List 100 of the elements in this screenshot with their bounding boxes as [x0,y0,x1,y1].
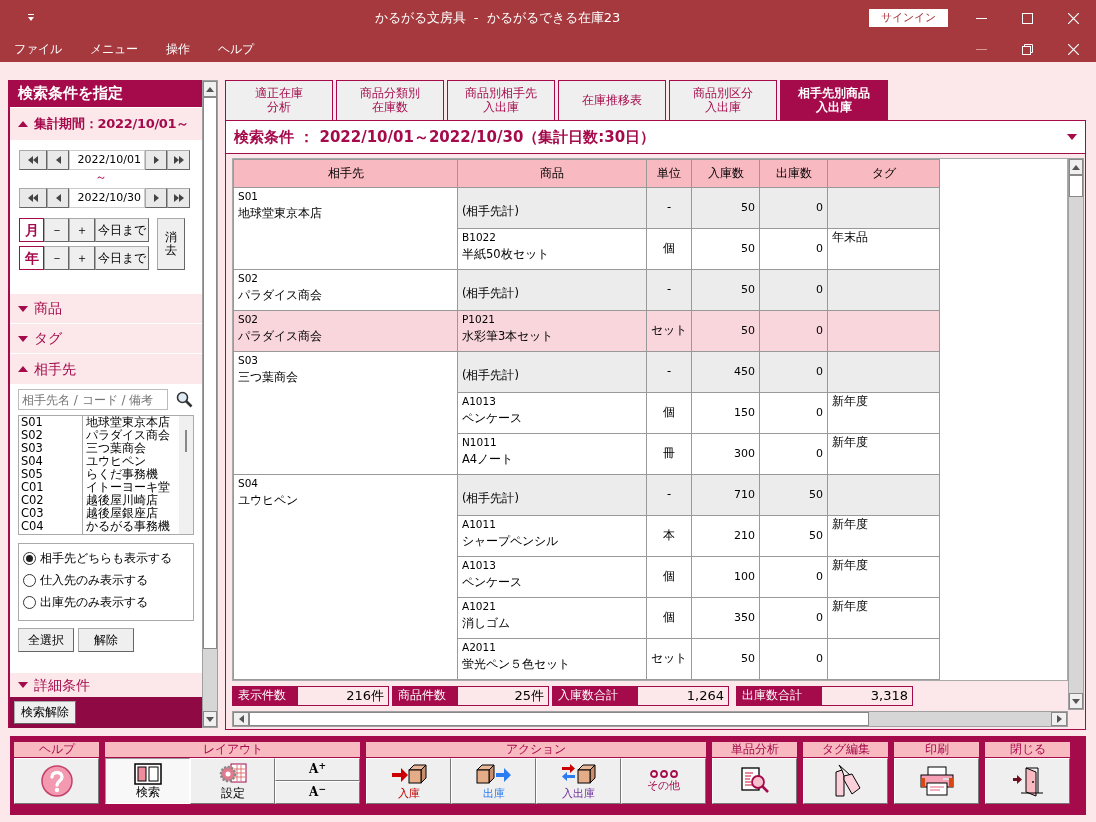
table-cell: S03 三つ葉商会 [233,351,458,475]
next-button[interactable] [145,188,167,208]
partner-name[interactable]: 三つ葉商会 [86,442,179,455]
scrollbar[interactable] [1068,158,1084,710]
radio-label[interactable]: 仕入先のみ表示する [40,572,148,588]
summary-label: 商品件数 [392,686,457,706]
partner-code[interactable]: C01 [21,481,82,494]
column-header[interactable]: 入庫数 [691,159,760,188]
scroll-up-icon[interactable] [206,86,214,92]
stock-in-button[interactable]: 入庫 [366,758,451,804]
partner-code[interactable]: S05 [21,468,82,481]
reset-button[interactable]: 検索解除 [14,701,76,724]
partner-code[interactable]: S01 [21,416,82,429]
today-button[interactable]: 今日まで [95,246,149,270]
last-button[interactable] [167,150,190,170]
partner-code[interactable]: S04 [21,455,82,468]
section-header[interactable]: 集計期間：2022/10/01～ [10,107,202,140]
help-button[interactable] [14,758,99,804]
scrollbar[interactable] [202,80,218,728]
item-analysis-button[interactable] [712,758,797,804]
partner-name[interactable]: パラダイス商会 [86,429,179,442]
deselect-button[interactable]: 解除 [78,628,134,652]
settings-button[interactable]: 設定 [190,758,275,804]
partner-name[interactable]: イトーヨーキ堂 [86,481,179,494]
search-field[interactable]: 相手先名 / コード / 備考 [18,389,168,410]
today-button[interactable]: 今日まで [95,218,149,242]
radio-label[interactable]: 相手先どちらも表示する [40,550,172,566]
stock-out-button[interactable]: 出庫 [451,758,536,804]
print-button[interactable] [894,758,979,804]
tab[interactable]: 商品分類別 在庫数 [336,80,444,120]
minus-button[interactable]: － [44,246,69,270]
stock-in-out-button[interactable]: 入出庫 [536,758,621,804]
tab[interactable]: 商品別区分 入出庫 [669,80,777,120]
scroll-down-icon[interactable] [1072,698,1080,704]
other-button[interactable]: その他 [621,758,706,804]
column-header[interactable]: 商品 [457,159,647,188]
search-icon[interactable] [176,391,193,408]
group-label: レイアウト [105,742,360,757]
prev-button[interactable] [47,188,69,208]
scroll-thumb[interactable] [249,712,869,726]
tag-edit-button[interactable] [803,758,888,804]
partner-code[interactable]: S02 [21,429,82,442]
partner-name[interactable]: 越後屋銀座店 [86,507,179,520]
partner-code[interactable]: C03 [21,507,82,520]
tab[interactable]: 相手先別商品 入出庫 [780,80,888,120]
menu-item[interactable]: ヘルプ [204,41,268,57]
dropdown-icon[interactable] [26,13,36,23]
select-all-button[interactable]: 全選択 [18,628,74,652]
section-header[interactable]: 詳細条件 [10,672,202,697]
clear-button[interactable]: 消去 [157,218,185,270]
scroll-thumb[interactable] [185,430,187,452]
date-field[interactable]: 2022/10/30 [69,188,145,208]
radio-label[interactable]: 出庫先のみ表示する [40,594,148,610]
scrollbar[interactable] [232,711,1068,727]
minus-button[interactable]: － [44,218,69,242]
font-larger-button[interactable]: A$^{+}$ [275,758,360,781]
close-button[interactable] [985,758,1070,804]
partner-name[interactable]: 越後屋川崎店 [86,494,179,507]
next-button[interactable] [145,150,167,170]
menu-item[interactable]: 操作 [152,41,204,57]
menu-item[interactable]: メニュー [76,41,152,57]
font-smaller-button[interactable]: A$^{−}$ [275,781,360,804]
partner-code[interactable]: S03 [21,442,82,455]
partner-name[interactable]: 地球堂東京本店 [86,416,179,429]
scroll-thumb[interactable] [203,97,217,649]
first-button[interactable] [19,188,47,208]
prev-button[interactable] [47,150,69,170]
partner-name[interactable]: ユウヒペン [86,455,179,468]
scroll-right-icon[interactable] [1056,715,1062,723]
partner-code[interactable]: C04 [21,520,82,533]
plus-button[interactable]: ＋ [69,218,95,242]
column-header[interactable]: 相手先 [233,159,458,188]
last-button[interactable] [167,188,190,208]
scrollbar[interactable] [179,416,193,534]
column-header[interactable]: 出庫数 [759,159,828,188]
menu-item[interactable]: ファイル [0,41,76,57]
scroll-thumb[interactable] [1069,175,1083,197]
partner-name[interactable]: らくだ事務機 [86,468,179,481]
partner-code[interactable]: C02 [21,494,82,507]
scroll-down-icon[interactable] [206,716,214,722]
tab[interactable]: 在庫推移表 [558,80,666,120]
column-header[interactable]: タグ [827,159,940,188]
plus-button[interactable]: ＋ [69,246,95,270]
scroll-left-icon[interactable] [238,715,244,723]
first-button[interactable] [19,150,47,170]
tab[interactable]: 商品別相手先 入出庫 [447,80,555,120]
partner-name[interactable]: かるがる事務機 [86,520,179,533]
table-cell: - [646,351,692,393]
section-header[interactable]: タグ [10,323,202,353]
dropdown-icon[interactable] [1067,134,1077,140]
section-header[interactable]: 商品 [10,293,202,323]
tab[interactable]: 適正在庫 分析 [225,80,333,120]
scroll-up-icon[interactable] [1072,164,1080,170]
double-left-icon [28,156,38,164]
sign-in-button[interactable]: サインイン [869,9,948,27]
date-field[interactable]: 2022/10/01 [69,150,145,170]
search-layout-button[interactable]: 検索 [105,758,190,804]
unit-label: 月 [19,218,44,242]
section-header[interactable]: 相手先 [10,353,202,384]
column-header[interactable]: 単位 [646,159,692,188]
